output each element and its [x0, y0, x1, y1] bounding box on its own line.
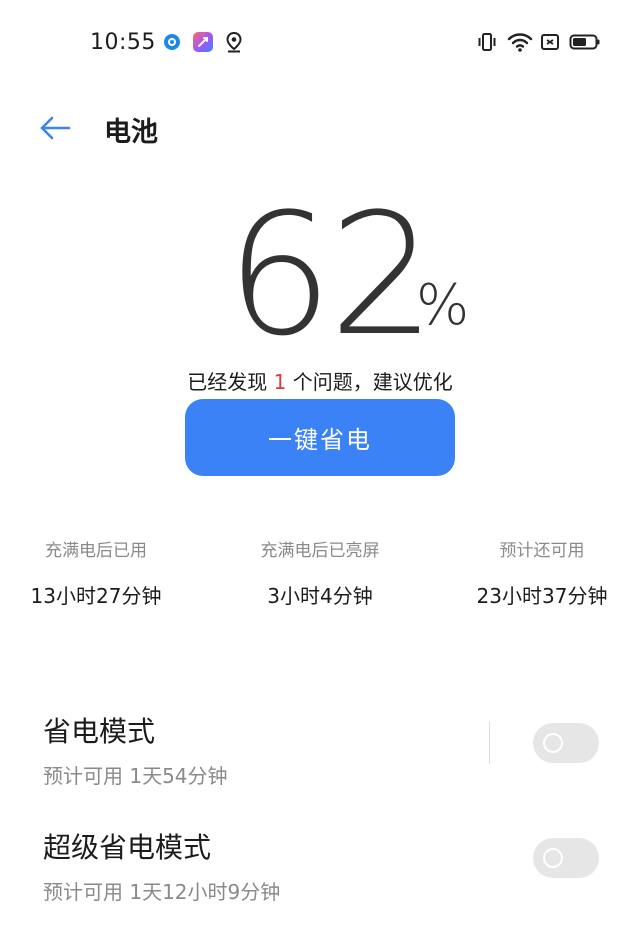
battery-settings-page: 10:55 电池 62 % 已经发现 1 个问题，建议优化 一键省电 充满电后已… — [0, 0, 640, 930]
stat-label: 预计还可用 — [499, 541, 585, 561]
issue-suffix: 个问题，建议优化 — [292, 370, 453, 394]
stat-label: 充满电后已亮屏 — [260, 541, 380, 561]
blue-dot-app-icon — [161, 31, 183, 53]
percent-sign: % — [416, 273, 470, 338]
stat-value: 23小时37分钟 — [476, 584, 608, 608]
status-time: 10:55 — [90, 30, 156, 55]
battery-icon — [569, 31, 601, 53]
super-power-saving-mode-toggle[interactable] — [533, 838, 599, 878]
power-saving-mode-title: 省电模式 — [43, 715, 156, 748]
super-power-saving-mode-estimate: 预计可用 1天12小时9分钟 — [43, 880, 281, 904]
stat-value: 3小时4分钟 — [267, 584, 373, 608]
toggle-knob — [543, 733, 563, 753]
issue-prefix: 已经发现 — [187, 370, 268, 394]
stat-used-since-full: 充满电后已用 13小时27分钟 — [20, 536, 172, 609]
status-bar: 10:55 — [0, 0, 640, 86]
nfc-icon — [540, 31, 560, 53]
power-saving-mode-row[interactable]: 省电模式 预计可用 1天54分钟 — [0, 710, 640, 802]
battery-percent-display: 62 % — [0, 177, 640, 373]
stat-estimated-remaining: 预计还可用 23小时37分钟 — [466, 536, 618, 609]
arrow-left-icon — [40, 116, 71, 140]
stat-screen-on-since-full: 充满电后已亮屏 3小时4分钟 — [240, 536, 400, 609]
power-saving-mode-estimate: 预计可用 1天54分钟 — [43, 764, 228, 788]
super-power-saving-mode-row[interactable]: 超级省电模式 预计可用 1天12小时9分钟 — [0, 826, 640, 918]
page-title: 电池 — [104, 117, 158, 148]
location-icon — [223, 31, 245, 53]
vibrate-icon — [476, 31, 498, 53]
issue-count[interactable]: 1 — [274, 370, 287, 394]
colorful-app-icon — [192, 31, 214, 53]
stat-value: 13小时27分钟 — [30, 584, 162, 608]
battery-percent-value: 62 — [226, 177, 436, 373]
back-button[interactable] — [34, 108, 76, 148]
toggle-knob — [543, 848, 563, 868]
one-key-save-power-button[interactable]: 一键省电 — [185, 399, 455, 476]
stat-label: 充满电后已用 — [45, 541, 147, 561]
row-divider — [489, 722, 490, 764]
power-saving-mode-toggle[interactable] — [533, 723, 599, 763]
wifi-icon — [507, 31, 533, 53]
issue-message: 已经发现 1 个问题，建议优化 — [0, 366, 640, 395]
super-power-saving-mode-title: 超级省电模式 — [43, 831, 212, 864]
